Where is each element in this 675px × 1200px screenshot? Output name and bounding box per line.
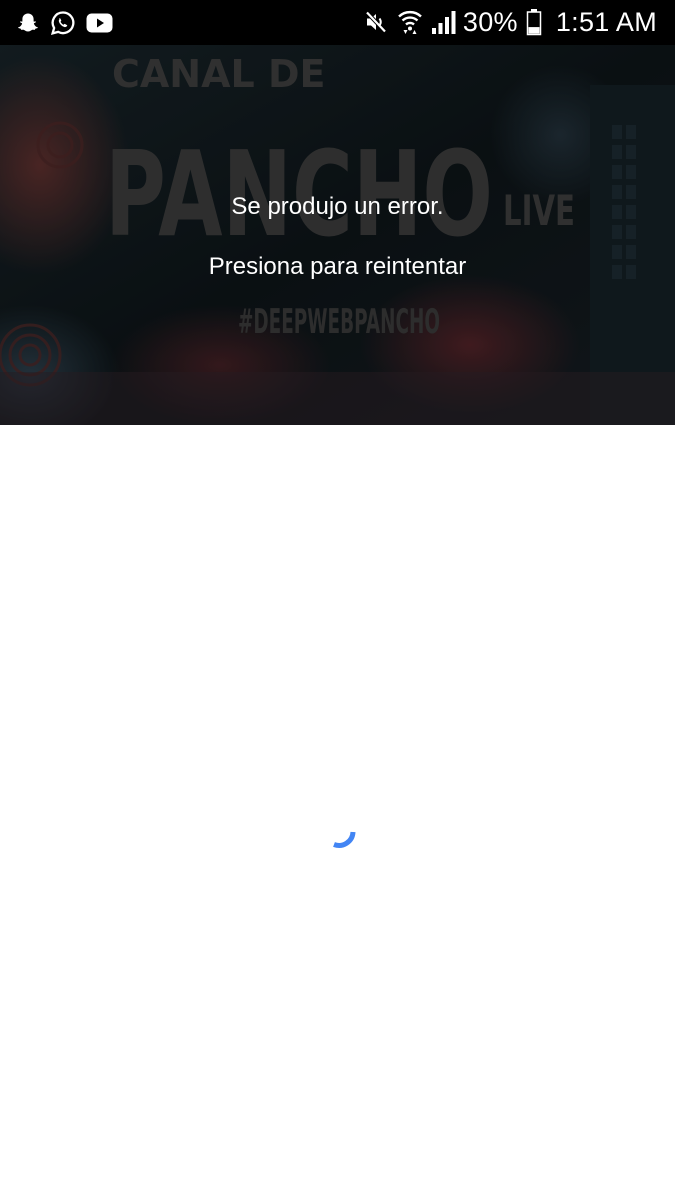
error-overlay[interactable]: Se produjo un error. Presiona para reint… (0, 45, 675, 425)
clock: 1:51 AM (555, 6, 657, 37)
mute-icon (363, 9, 389, 35)
notification-icons (16, 8, 113, 37)
loading-spinner (333, 831, 356, 848)
battery-percent: 30% (462, 6, 518, 37)
video-player[interactable]: CANAL DE PANCHO LIVE #DEEPWEBPANCHO Se p… (0, 45, 675, 425)
error-message: Se produjo un error. (231, 193, 444, 220)
youtube-icon (86, 12, 113, 34)
system-status: 30% 1:51 AM (363, 6, 657, 38)
content-area (0, 425, 675, 1200)
snapchat-icon (16, 11, 40, 35)
battery-icon (526, 8, 542, 36)
whatsapp-icon (50, 10, 76, 36)
signal-icon (431, 9, 457, 35)
status-bar: 30% 1:51 AM (0, 0, 675, 45)
wifi-icon (397, 8, 423, 36)
retry-button[interactable]: Presiona para reintentar (0, 252, 675, 282)
screen: 30% 1:51 AM CANAL DE PANCHO LIVE #DEEPWE… (0, 0, 675, 1200)
